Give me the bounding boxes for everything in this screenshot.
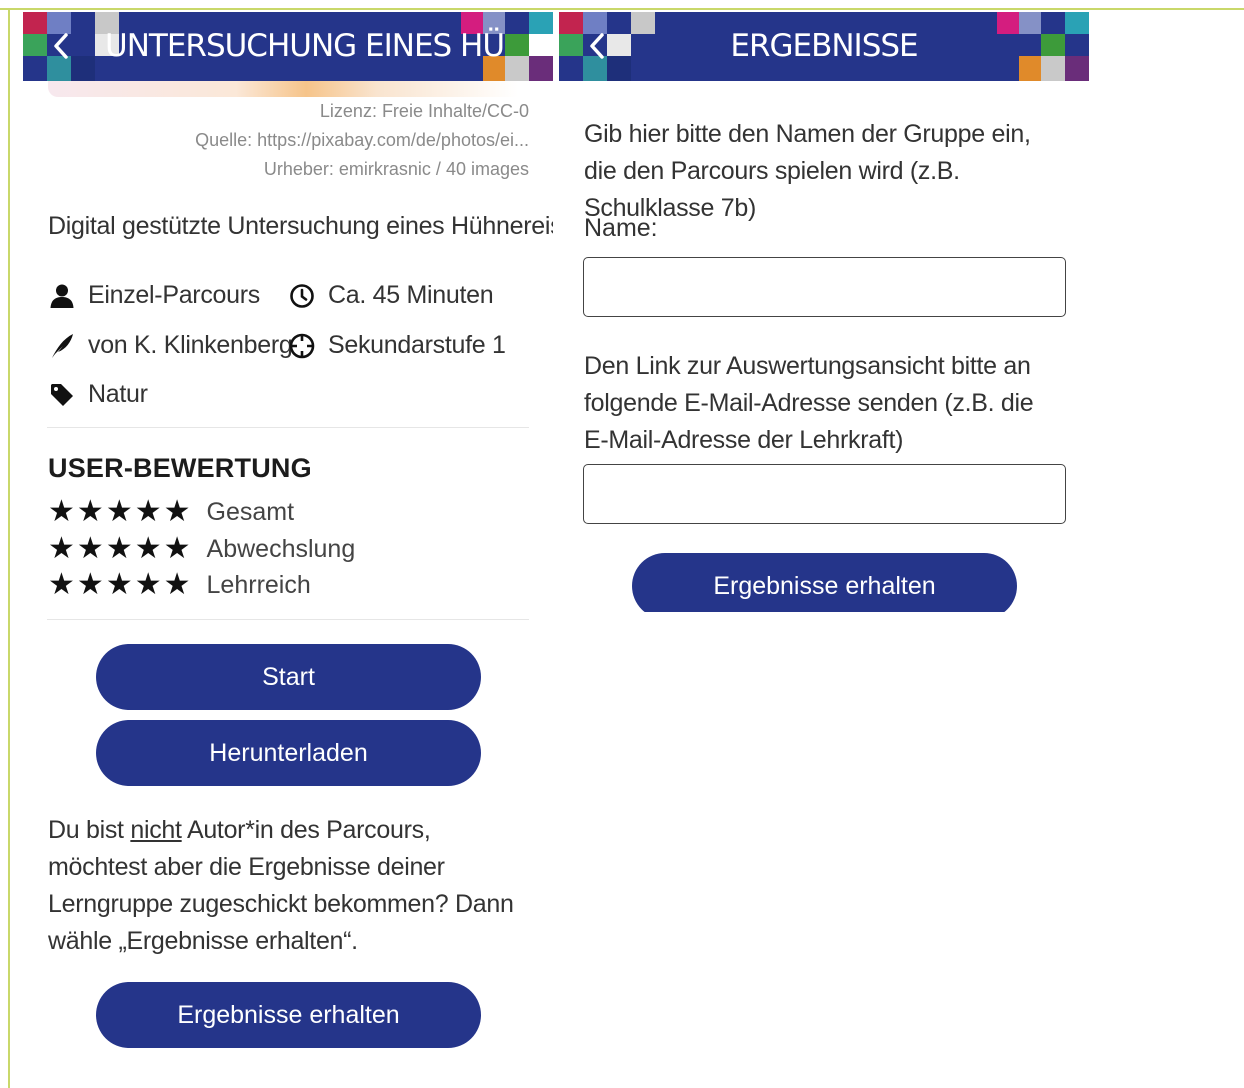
back-button[interactable] <box>43 26 79 66</box>
meta-duration: Ca. 45 Minuten <box>288 281 494 310</box>
star-icon: ★ <box>76 495 104 528</box>
star-rating: ★ ★ ★ ★ ★ <box>48 534 193 564</box>
divider <box>47 427 529 428</box>
source-link[interactable]: Quelle: https://pixabay.com/de/photos/ei… <box>195 130 529 151</box>
star-icon: ★ <box>105 568 133 601</box>
star-icon: ★ <box>134 532 162 565</box>
group-name-input[interactable] <box>583 257 1066 317</box>
star-icon: ★ <box>163 495 191 528</box>
rating-row-abwechslung: ★ ★ ★ ★ ★ Abwechslung <box>48 534 355 564</box>
star-rating: ★ ★ ★ ★ ★ <box>48 570 193 600</box>
name-label: Name: <box>584 214 658 242</box>
meta-level: Sekundarstufe 1 <box>288 331 506 360</box>
app-header: UNTERSUCHUNG EINES HÜHNEREIS <box>23 12 553 81</box>
rating-section-title: USER-BEWERTUNG <box>48 453 312 483</box>
email-input[interactable] <box>583 464 1066 524</box>
results-screen: ERGEBNISSE Gib hier bitte den Namen der … <box>559 12 1089 612</box>
license-text: Lizenz: Freie Inhalte/CC-0 <box>319 101 529 121</box>
divider <box>47 619 529 620</box>
star-icon: ★ <box>163 568 191 601</box>
author-credit: Urheber: emirkrasnic / 40 images <box>263 159 529 179</box>
get-results-submit-button[interactable]: Ergebnisse erhalten <box>632 553 1017 612</box>
meta-mode: Einzel-Parcours <box>48 281 260 310</box>
instructions-text: Gib hier bitte den Namen der Gruppe ein,… <box>584 120 1031 222</box>
rating-label: Abwechslung <box>206 534 356 563</box>
star-icon: ★ <box>48 495 75 528</box>
page-title: UNTERSUCHUNG EINES HÜHNEREIS <box>105 28 505 64</box>
results-info-text: Du bist nicht Autor*in des Parcours, möc… <box>48 816 514 955</box>
star-icon: ★ <box>76 532 104 565</box>
clock-icon <box>288 282 316 310</box>
star-icon: ★ <box>163 532 191 565</box>
rating-label: Gesamt <box>206 497 295 526</box>
user-icon <box>48 282 76 310</box>
parcours-description: Digital gestützte Untersuchung eines Hüh… <box>48 212 553 240</box>
star-icon: ★ <box>134 568 162 601</box>
start-button[interactable]: Start <box>96 644 481 710</box>
app-header: ERGEBNISSE <box>559 12 1089 81</box>
star-icon: ★ <box>105 495 133 528</box>
email-label: Den Link zur Auswertungsansicht bitte an… <box>584 352 1034 454</box>
rating-row-gesamt: ★ ★ ★ ★ ★ Gesamt <box>48 497 294 527</box>
star-icon: ★ <box>48 568 75 601</box>
meta-category: Natur <box>48 380 148 409</box>
page-title: ERGEBNISSE <box>730 28 918 64</box>
download-button[interactable]: Herunterladen <box>96 720 481 786</box>
star-icon: ★ <box>48 532 75 565</box>
frame-border-top <box>0 8 1244 10</box>
feather-icon <box>48 332 76 360</box>
star-icon: ★ <box>76 568 104 601</box>
frame-border-left <box>8 8 10 1088</box>
crosshair-icon <box>288 332 316 360</box>
hero-image <box>48 81 518 97</box>
star-icon: ★ <box>105 532 133 565</box>
tag-icon <box>48 381 76 409</box>
parcours-detail-screen: UNTERSUCHUNG EINES HÜHNEREIS Lizenz: Fre… <box>23 12 553 1088</box>
star-rating: ★ ★ ★ ★ ★ <box>48 497 193 527</box>
meta-author: von K. Klinkenberg <box>48 331 293 360</box>
chevron-left-icon <box>54 33 68 59</box>
rating-label: Lehrreich <box>206 570 311 599</box>
rating-row-lehrreich: ★ ★ ★ ★ ★ Lehrreich <box>48 570 311 600</box>
get-results-button[interactable]: Ergebnisse erhalten <box>96 982 481 1048</box>
emphasis-underline: nicht <box>130 816 182 844</box>
star-icon: ★ <box>134 495 162 528</box>
